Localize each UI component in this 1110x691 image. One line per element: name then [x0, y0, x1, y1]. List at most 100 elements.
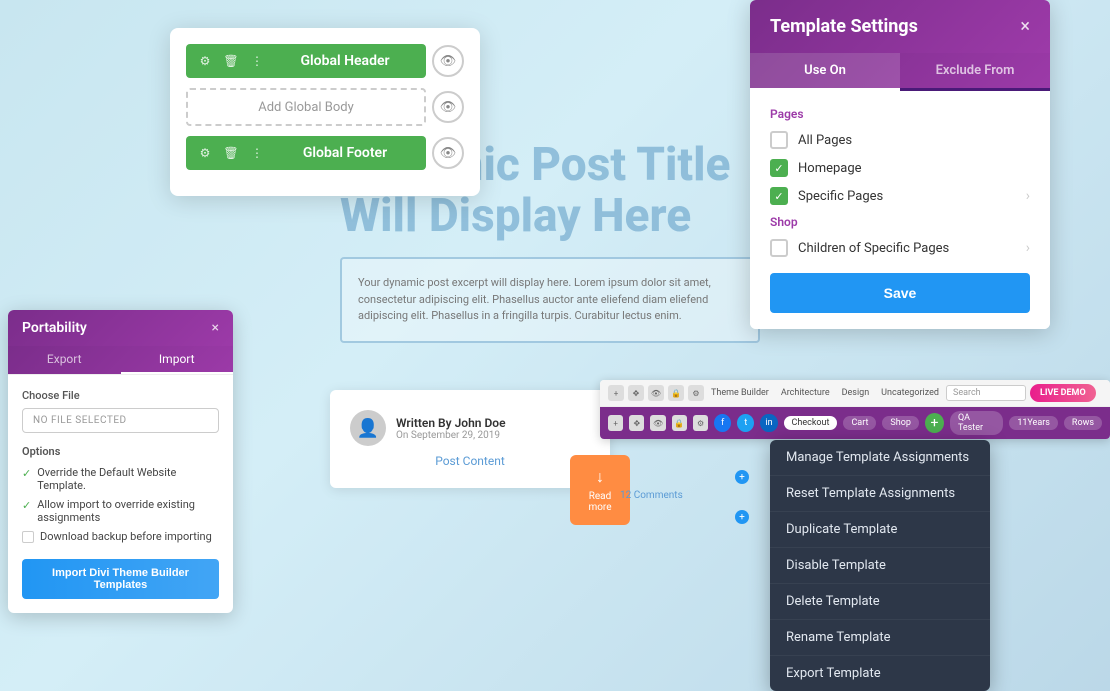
comments-badge[interactable]: 12 Comments	[620, 490, 683, 501]
ts-specific-pages: ✓ Specific Pages ›	[770, 187, 1030, 205]
nav-qa-tester[interactable]: QA Tester	[950, 411, 1003, 435]
ts-header: Template Settings ×	[750, 0, 1050, 53]
linkedin-icon[interactable]: in	[760, 414, 777, 432]
global-footer-green: ⚙ 🗑 ⋮ Global Footer	[186, 136, 426, 170]
ts-children-specific-pages: Children of Specific Pages ›	[770, 239, 1030, 257]
add-nav-btn[interactable]: +	[925, 413, 944, 433]
portability-body: Choose File NO FILE SELECTED Options ✓ O…	[8, 375, 233, 613]
search-box-mini[interactable]: Search	[946, 385, 1026, 401]
read-more-label: Read more	[588, 491, 611, 513]
ts-save-button[interactable]: Save	[770, 273, 1030, 313]
portability-close-btn[interactable]: ×	[212, 320, 219, 336]
ts-children-label: Children of Specific Pages	[798, 241, 1016, 256]
nav-labels: Theme Builder Architecture Design Uncate…	[708, 387, 942, 399]
trash-icon[interactable]: 🗑	[222, 52, 240, 70]
eye-toggle-footer[interactable]: 👁	[432, 137, 464, 169]
dots-icon-footer[interactable]: ⋮	[248, 144, 266, 162]
facebook-icon[interactable]: f	[714, 414, 731, 432]
portability-tabs: Export Import	[8, 346, 233, 375]
portability-tab-import[interactable]: Import	[121, 346, 234, 374]
nav-shop[interactable]: Shop	[882, 416, 919, 430]
nav-rows[interactable]: Rows	[1064, 416, 1102, 430]
author-name: Written By John Doe	[396, 416, 506, 430]
portability-header: Portability ×	[8, 310, 233, 346]
options-label: Options	[22, 445, 219, 458]
canvas-dot-2: +	[735, 510, 749, 524]
toolbar-bottom: + ✥ 👁 🔒 ⚙ f t in Checkout Cart Shop + QA…	[600, 407, 1110, 439]
nav-checkout[interactable]: Checkout	[784, 416, 838, 430]
toolbar-bottom-eye[interactable]: 👁	[650, 415, 665, 431]
check-empty-backup	[22, 531, 34, 543]
check-icon-import: ✓	[22, 499, 31, 512]
toolbar-icon-gear[interactable]: ⚙	[688, 385, 704, 401]
ts-tab-exclude-from[interactable]: Exclude From	[900, 53, 1050, 88]
portability-title: Portability	[22, 320, 87, 336]
ts-checkbox-children[interactable]	[770, 239, 788, 257]
ts-checkbox-all-pages[interactable]	[770, 131, 788, 149]
context-export[interactable]: Export Template	[770, 656, 990, 691]
nav-architecture[interactable]: Architecture	[778, 387, 833, 399]
dots-icon[interactable]: ⋮	[248, 52, 266, 70]
twitter-icon[interactable]: t	[737, 414, 754, 432]
nav-theme-builder[interactable]: Theme Builder	[708, 387, 772, 399]
post-content-link[interactable]: Post Content	[350, 454, 590, 468]
nav-11years[interactable]: 11Years	[1009, 416, 1058, 430]
import-button[interactable]: Import Divi Theme Builder Templates	[22, 559, 219, 599]
dynamic-content-box: Your dynamic post excerpt will display h…	[340, 257, 760, 343]
context-menu: Manage Template Assignments Reset Templa…	[770, 440, 990, 691]
option-override: ✓ Override the Default Website Template.	[22, 466, 219, 492]
ts-checkbox-homepage[interactable]: ✓	[770, 159, 788, 177]
ts-tab-use-on[interactable]: Use On	[750, 53, 900, 91]
post-card: 👤 Written By John Doe On September 29, 2…	[330, 390, 610, 488]
ts-checkbox-specific-pages[interactable]: ✓	[770, 187, 788, 205]
file-input[interactable]: NO FILE SELECTED	[22, 408, 219, 433]
ts-homepage-label: Homepage	[798, 161, 1030, 176]
portability-panel: Portability × Export Import Choose File …	[8, 310, 233, 613]
global-header-green: ⚙ 🗑 ⋮ Global Header	[186, 44, 426, 78]
ts-close-btn[interactable]: ×	[1020, 16, 1030, 37]
option-backup-label: Download backup before importing	[40, 530, 212, 543]
context-manage-assignments[interactable]: Manage Template Assignments	[770, 440, 990, 476]
nav-design[interactable]: Design	[839, 387, 873, 399]
dynamic-body-text: Your dynamic post excerpt will display h…	[358, 275, 742, 325]
context-delete[interactable]: Delete Template	[770, 584, 990, 620]
context-rename[interactable]: Rename Template	[770, 620, 990, 656]
portability-tab-export[interactable]: Export	[8, 346, 121, 374]
gear-icon-footer[interactable]: ⚙	[196, 144, 214, 162]
toolbar-icon-move[interactable]: ✥	[628, 385, 644, 401]
toolbar-icon-lock[interactable]: 🔒	[668, 385, 684, 401]
live-demo-button[interactable]: LIVE DEMO	[1030, 384, 1096, 402]
eye-toggle-body[interactable]: 👁	[432, 91, 464, 123]
option-override-label: Override the Default Website Template.	[37, 466, 219, 492]
toolbar-icon-eye[interactable]: 👁	[648, 385, 664, 401]
mini-toolbar: + ✥ 👁 🔒 ⚙ Theme Builder Architecture Des…	[600, 380, 1110, 439]
option-backup: Download backup before importing	[22, 530, 219, 543]
toolbar-bottom-plus[interactable]: +	[608, 415, 623, 431]
global-footer-row: ⚙ 🗑 ⋮ Global Footer 👁	[186, 136, 464, 170]
nav-cart[interactable]: Cart	[843, 416, 876, 430]
global-header-label: Global Header	[274, 53, 416, 69]
toolbar-bottom-move[interactable]: ✥	[629, 415, 644, 431]
canvas-dot-1: +	[735, 470, 749, 484]
option-allow-import: ✓ Allow import to override existing assi…	[22, 498, 219, 524]
template-settings-panel: Template Settings × Use On Exclude From …	[750, 0, 1050, 329]
toolbar-bottom-lock[interactable]: 🔒	[672, 415, 687, 431]
ts-specific-pages-label: Specific Pages	[798, 189, 1016, 204]
gear-icon[interactable]: ⚙	[196, 52, 214, 70]
context-reset-assignments[interactable]: Reset Template Assignments	[770, 476, 990, 512]
context-disable[interactable]: Disable Template	[770, 548, 990, 584]
add-global-body-row: Add Global Body 👁	[186, 88, 464, 126]
ts-title: Template Settings	[770, 16, 918, 37]
eye-toggle-header[interactable]: 👁	[432, 45, 464, 77]
ts-all-pages-label: All Pages	[798, 133, 1030, 148]
global-footer-label: Global Footer	[274, 145, 416, 161]
ts-chevron-specific-pages: ›	[1026, 188, 1030, 204]
ts-shop-label: Shop	[770, 215, 1030, 229]
toolbar-bottom-gear[interactable]: ⚙	[693, 415, 708, 431]
add-global-body-btn[interactable]: Add Global Body	[186, 88, 426, 126]
nav-uncategorized[interactable]: Uncategorized	[878, 387, 942, 399]
context-duplicate[interactable]: Duplicate Template	[770, 512, 990, 548]
toolbar-icon-plus[interactable]: +	[608, 385, 624, 401]
trash-icon-footer[interactable]: 🗑	[222, 144, 240, 162]
avatar: 👤	[350, 410, 386, 446]
